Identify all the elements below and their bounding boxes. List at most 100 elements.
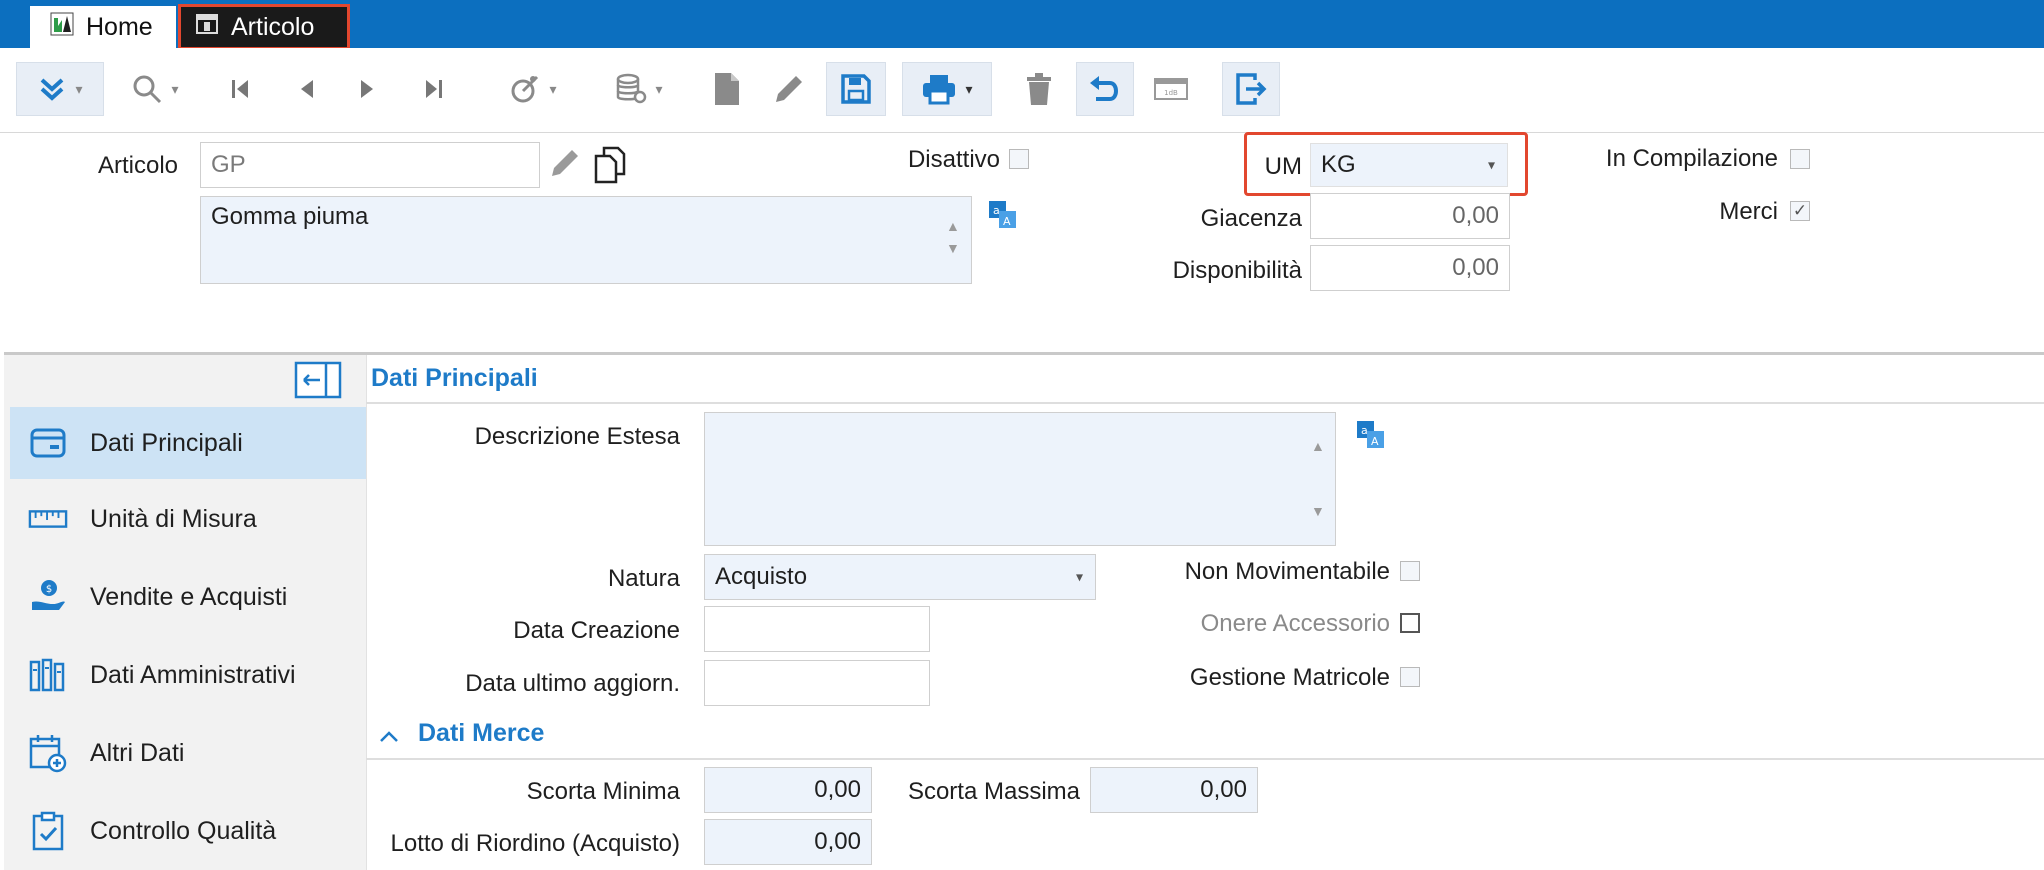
tab-articolo[interactable]: Articolo <box>178 4 350 50</box>
sidebar-item-dati-principali[interactable]: Dati Principali <box>10 407 366 479</box>
descrizione-estesa-field[interactable] <box>704 412 1336 546</box>
svg-text:A: A <box>1371 435 1379 448</box>
non-movimentabile-checkbox[interactable] <box>1400 561 1420 581</box>
database-refresh-icon <box>617 73 647 104</box>
in-compilazione-label: In Compilazione <box>1605 145 1778 172</box>
gestione-matricole-checkbox[interactable] <box>1400 667 1420 687</box>
new-document-button[interactable] <box>704 62 750 116</box>
sidebar-item-label: Altri Dati <box>90 738 185 767</box>
caret-down-icon: ▾ <box>549 80 557 97</box>
merci-checkbox[interactable]: ✓ <box>1790 201 1810 221</box>
floppy-disk-icon <box>841 74 871 104</box>
wand-icon <box>511 75 539 103</box>
article-window-icon <box>195 12 219 43</box>
translate-button[interactable]: aA <box>1356 420 1386 457</box>
tab-home[interactable]: Home <box>30 6 176 48</box>
in-compilazione-checkbox[interactable] <box>1790 149 1810 169</box>
natura-select-value: Acquisto <box>715 563 808 590</box>
non-movimentabile-label: Non Movimentabile <box>1184 558 1390 585</box>
lotto-riordino-field[interactable]: 0,00 <box>704 819 872 865</box>
edit-code-button[interactable] <box>548 146 582 187</box>
onere-accessorio-label: Onere Accessorio <box>1200 610 1390 637</box>
first-record-button[interactable] <box>220 62 262 116</box>
description-field[interactable]: Gomma piuma <box>200 196 972 284</box>
search-button[interactable]: ▾ <box>118 62 192 116</box>
caret-down-icon: ▾ <box>75 80 83 97</box>
triangle-left-icon <box>301 80 313 98</box>
disponibilita-field[interactable]: 0,00 <box>1310 245 1510 291</box>
collapse-dati-merce-button[interactable] <box>378 722 400 751</box>
checkmark-icon: ✓ <box>1792 201 1808 220</box>
data-ultimo-aggiornamento-field[interactable] <box>704 660 930 706</box>
sidebar-item-label: Dati Amministrativi <box>90 660 296 689</box>
delete-button[interactable] <box>1016 62 1062 116</box>
database-button[interactable]: ▾ <box>600 62 678 116</box>
previous-record-button[interactable] <box>286 62 328 116</box>
disattivo-checkbox[interactable] <box>1009 149 1029 169</box>
onere-accessorio-checkbox[interactable] <box>1400 613 1420 633</box>
sidebar: Dati Principali Unità di Misura $ Vendit… <box>4 355 367 870</box>
merci-label: Merci <box>1719 198 1778 225</box>
pencil-icon <box>552 150 578 176</box>
disponibilita-label: Disponibilità <box>1172 257 1302 284</box>
sidebar-item-controllo-qualita[interactable]: Controllo Qualità <box>10 795 366 867</box>
edit-button[interactable] <box>766 62 812 116</box>
articolo-code-field[interactable]: GP <box>200 142 540 188</box>
scorta-massima-field[interactable]: 0,00 <box>1090 767 1258 813</box>
clipboard-check-icon <box>28 811 68 851</box>
pencil-icon <box>776 76 802 102</box>
svg-text:$: $ <box>46 584 52 595</box>
giacenza-field[interactable]: 0,00 <box>1310 193 1510 239</box>
card-icon <box>28 423 68 463</box>
tab-articolo-label: Articolo <box>231 12 315 41</box>
keyboard-button[interactable]: 1dB <box>1148 62 1194 116</box>
translate-icon: aA <box>989 201 1016 228</box>
sidebar-item-vendite-e-acquisti[interactable]: $ Vendite e Acquisti <box>10 561 366 633</box>
scroll-down-icon[interactable]: ▼ <box>946 240 960 256</box>
toolbar: ▾ ▾ ▾ ▾ ▾ 1dB <box>0 48 2044 133</box>
undo-arrow-icon <box>1090 76 1118 101</box>
translate-button[interactable]: aA <box>988 200 1018 237</box>
articolo-label: Articolo <box>97 152 178 179</box>
tab-bar: Home Articolo <box>0 0 2044 50</box>
document-icon <box>715 73 739 105</box>
um-select[interactable]: KG ▾ <box>1310 143 1508 187</box>
natura-label: Natura <box>607 565 680 592</box>
sidebar-item-dati-amministrativi[interactable]: Dati Amministrativi <box>10 639 366 711</box>
section-rule <box>366 402 2044 404</box>
caret-down-icon: ▾ <box>171 80 179 97</box>
filter-button[interactable]: ▾ <box>494 62 572 116</box>
home-app-icon <box>50 12 74 43</box>
double-chevron-down-icon <box>41 78 64 101</box>
scroll-up-icon[interactable]: ▲ <box>1311 438 1325 454</box>
scroll-up-icon[interactable]: ▲ <box>946 218 960 234</box>
keyboard-icon: 1dB <box>1154 78 1188 100</box>
section-title-dati-principali: Dati Principali <box>371 364 538 392</box>
exit-button[interactable] <box>1222 62 1280 116</box>
sidebar-item-label: Controllo Qualità <box>90 816 277 845</box>
scorta-minima-field[interactable]: 0,00 <box>704 767 872 813</box>
last-record-button[interactable] <box>412 62 454 116</box>
collapse-sidebar-button[interactable] <box>294 361 342 406</box>
scroll-down-icon[interactable]: ▼ <box>1311 503 1325 519</box>
undo-button[interactable] <box>1076 62 1134 116</box>
svg-text:a: a <box>993 204 1000 217</box>
save-button[interactable] <box>826 62 886 116</box>
natura-select[interactable]: Acquisto ▾ <box>704 554 1096 600</box>
next-record-button[interactable] <box>346 62 388 116</box>
data-creazione-field[interactable] <box>704 606 930 652</box>
binders-icon <box>28 655 68 695</box>
um-label: UM <box>1264 153 1302 180</box>
copy-button[interactable] <box>592 146 632 191</box>
skip-first-icon <box>232 80 248 98</box>
svg-text:a: a <box>1361 424 1368 437</box>
sidebar-item-unita-di-misura[interactable]: Unità di Misura <box>10 483 366 555</box>
expand-menu-button[interactable]: ▾ <box>16 62 104 116</box>
print-button[interactable]: ▾ <box>902 62 992 116</box>
um-select-value: KG <box>1321 151 1356 178</box>
copy-icon <box>594 146 626 184</box>
sidebar-item-altri-dati[interactable]: Altri Dati <box>10 717 366 789</box>
dropdown-arrow-icon: ▾ <box>1487 156 1495 173</box>
skip-last-icon <box>426 80 442 98</box>
chevron-up-icon <box>380 731 398 742</box>
